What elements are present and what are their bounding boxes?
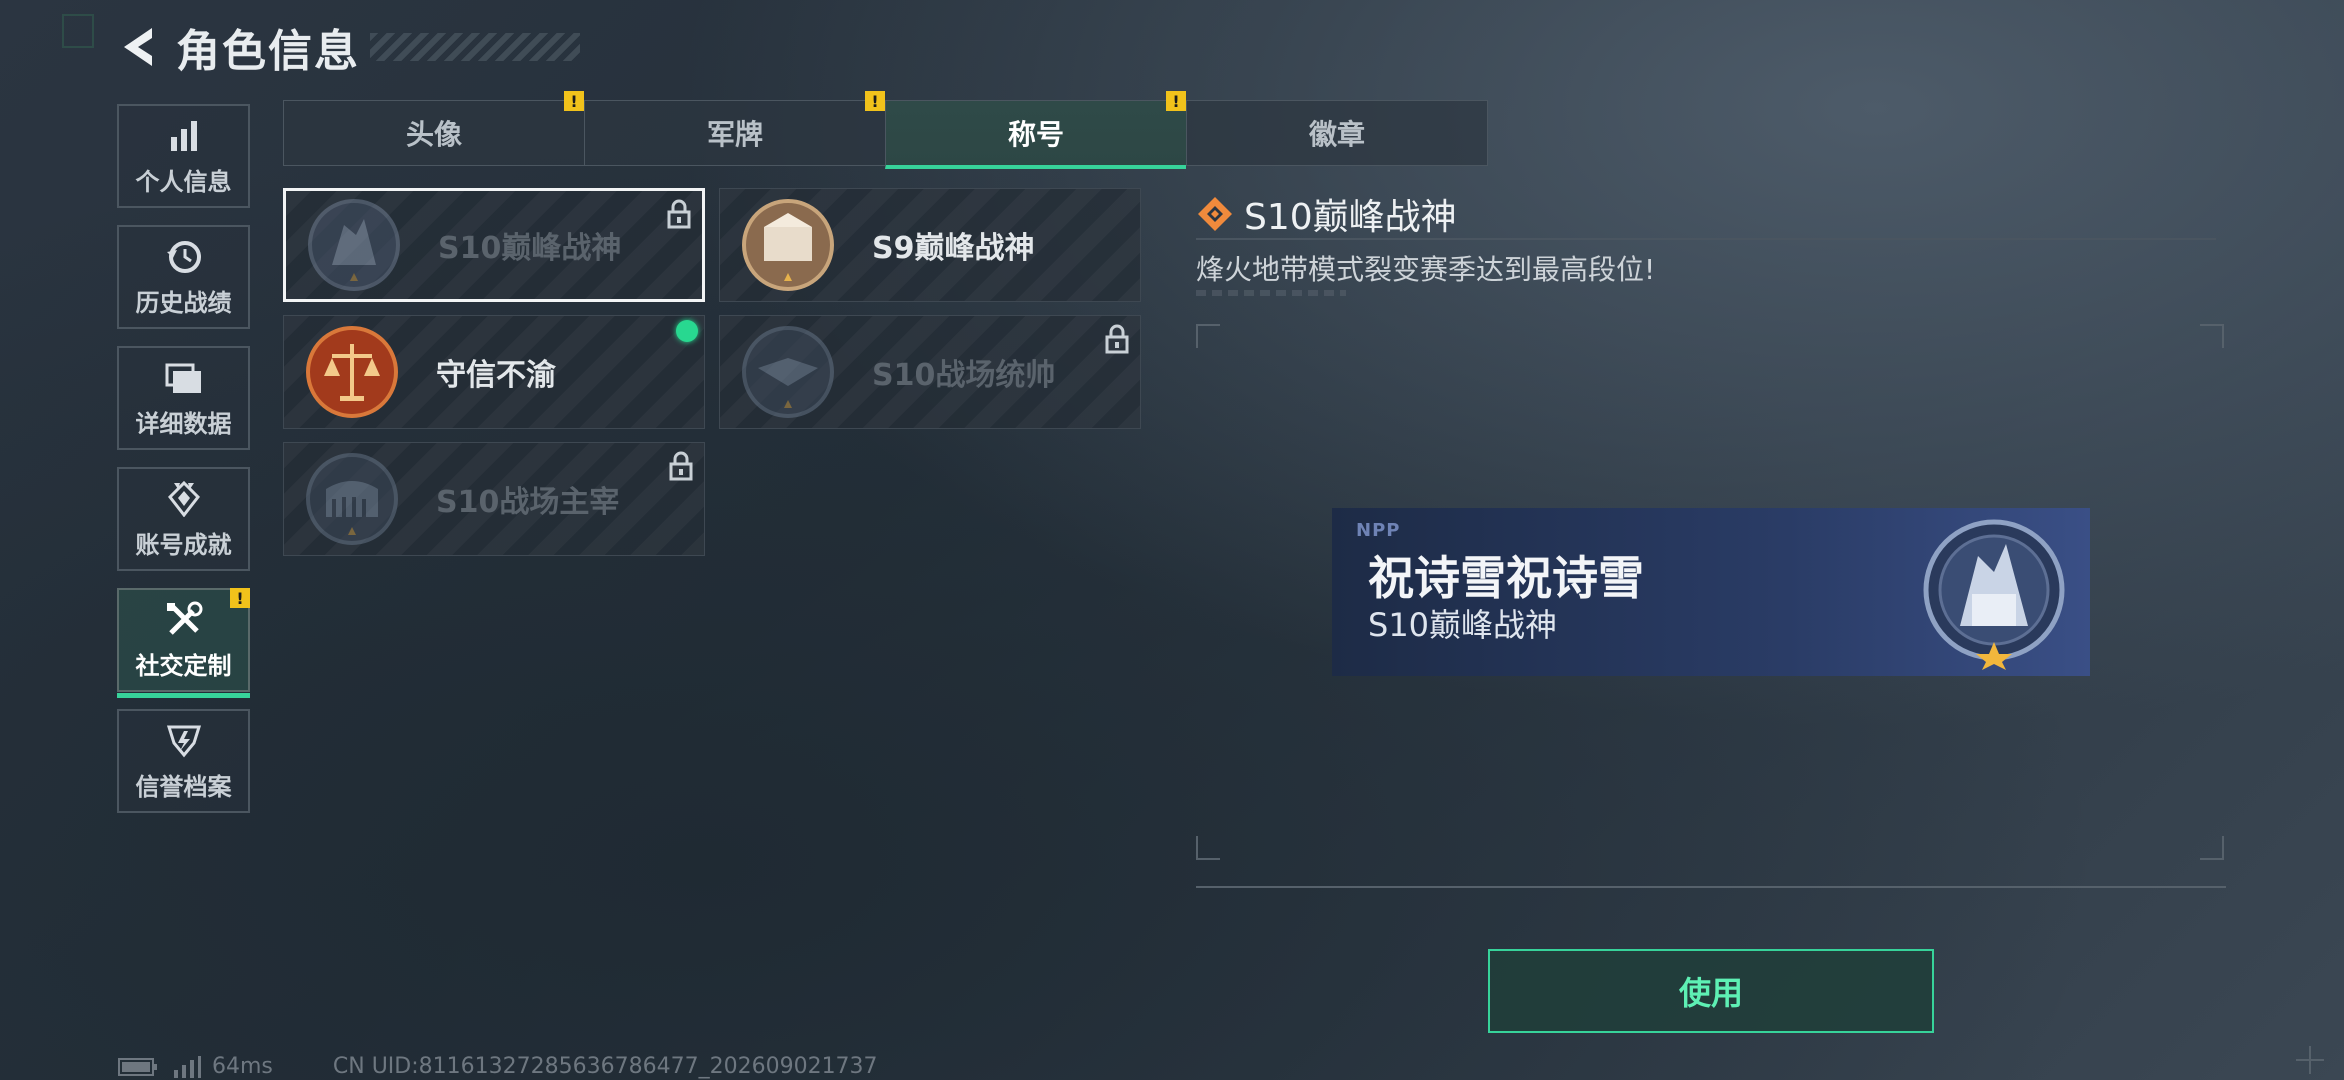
- user-uid: CN UID:8116132728563678647​7_20260902173…: [332, 1054, 878, 1079]
- title-card-s9-peak-god[interactable]: S9巅峰战神: [719, 188, 1141, 302]
- brand-logo: NPP: [1356, 520, 1401, 541]
- tab-badges[interactable]: 徽章: [1186, 100, 1488, 166]
- alert-badge: !: [865, 91, 885, 111]
- alert-badge: !: [1166, 91, 1186, 111]
- tab-label: 徽章: [1308, 118, 1365, 151]
- sidebar-item-history[interactable]: 历史战绩: [117, 225, 250, 329]
- title-name: S10巅峰战神: [438, 231, 622, 266]
- corner-marker: [62, 14, 94, 48]
- tab-titles[interactable]: 称号 !: [885, 91, 1186, 169]
- alert-badge: !: [564, 91, 584, 111]
- ping-readout: 64ms: [212, 1054, 273, 1079]
- detail-subline-decoration: [1196, 290, 1346, 296]
- sidebar-item-label: 详细数据: [135, 409, 232, 438]
- player-name: 祝诗雪祝诗雪: [1368, 551, 1644, 605]
- frame-corner: [1196, 324, 1220, 348]
- back-arrow-icon[interactable]: [118, 24, 158, 70]
- title-name: S10战场统帅: [872, 358, 1056, 393]
- sidebar-item-label: 信誉档案: [135, 772, 232, 801]
- frame-corner: [2200, 836, 2224, 860]
- sidebar-item-detailed-data[interactable]: 详细数据: [117, 346, 250, 450]
- colosseum-emblem-icon: [306, 453, 398, 545]
- status-footer: 64ms CN UID:8116132728563678647​7_202609…: [118, 1054, 878, 1079]
- bar-chart-icon: [164, 116, 204, 156]
- frame-corner: [2200, 324, 2224, 348]
- sidebar-item-achievements[interactable]: 账号成就: [117, 467, 250, 571]
- credit-shield-icon: [164, 721, 204, 761]
- divider: [1196, 238, 2216, 240]
- sidebar: 个人信息 历史战绩 详细数据 账号成就 ! 社交定制 信誉档案: [117, 104, 254, 830]
- sidebar-item-label: 个人信息: [135, 167, 232, 196]
- tab-bar: 头像 ! 军牌 ! 称号 ! 徽章: [283, 91, 1488, 169]
- peak-emblem-icon: [1923, 519, 2065, 670]
- tab-label: 称号: [1007, 118, 1064, 151]
- equipped-indicator: [676, 320, 698, 342]
- s9-emblem-icon: [742, 199, 834, 291]
- title-name: 守信不渝: [436, 358, 556, 393]
- alert-badge: !: [230, 588, 250, 608]
- use-button[interactable]: 使用: [1488, 949, 1934, 1033]
- sidebar-item-label: 账号成就: [135, 530, 232, 559]
- frame-corner: [1196, 836, 1220, 860]
- crosshair-icon: [2296, 1046, 2324, 1074]
- preview-divider: [1196, 886, 2226, 888]
- folder-stack-icon: [164, 358, 204, 398]
- page-title: 角色信息: [176, 26, 360, 77]
- lock-icon: [667, 199, 691, 229]
- scales-emblem-icon: [306, 326, 398, 418]
- tab-label: 军牌: [706, 118, 763, 151]
- nameplate-title: S10巅峰战神: [1368, 606, 1558, 644]
- title-card-s10-commander[interactable]: S10战场统帅: [719, 315, 1141, 429]
- detail-title-name: S10巅峰战神: [1244, 197, 1457, 238]
- title-nameplate-preview: NPP 祝诗雪祝诗雪 S10巅峰战神: [1332, 508, 2090, 676]
- sidebar-item-credit-record[interactable]: 信誉档案: [117, 709, 250, 813]
- sidebar-item-label: 社交定制: [135, 651, 232, 680]
- tab-dog-tag[interactable]: 军牌 !: [584, 91, 885, 166]
- achievement-icon: [164, 479, 204, 519]
- tools-icon: [164, 600, 204, 640]
- battery-icon: [118, 1057, 157, 1076]
- header: 角色信息: [118, 22, 580, 77]
- detail-description: 烽火地带模式裂变赛季达到最高段位!: [1196, 253, 1656, 286]
- title-name: S10战场主宰: [436, 485, 620, 520]
- lock-icon: [669, 451, 693, 481]
- diamond-icon: [1198, 197, 1232, 231]
- title-card-trustworthy[interactable]: 守信不渝: [283, 315, 705, 429]
- detail-header: S10巅峰战神: [1196, 188, 1457, 240]
- peak-emblem-icon: [308, 199, 400, 291]
- title-decoration: [370, 33, 580, 61]
- history-clock-icon: [164, 237, 204, 277]
- lock-icon: [1105, 324, 1129, 354]
- commander-emblem-icon: [742, 326, 834, 418]
- sidebar-item-social-custom[interactable]: ! 社交定制: [117, 588, 250, 698]
- title-name: S9巅峰战神: [872, 231, 1035, 266]
- sidebar-item-label: 历史战绩: [135, 288, 232, 317]
- title-card-s10-dominator[interactable]: S10战场主宰: [283, 442, 705, 556]
- signal-icon: [174, 1055, 201, 1078]
- title-card-s10-peak-god[interactable]: S10巅峰战神: [283, 188, 705, 302]
- tab-avatar[interactable]: 头像 !: [283, 91, 584, 166]
- tab-label: 头像: [405, 118, 462, 151]
- sidebar-item-personal-info[interactable]: 个人信息: [117, 104, 250, 208]
